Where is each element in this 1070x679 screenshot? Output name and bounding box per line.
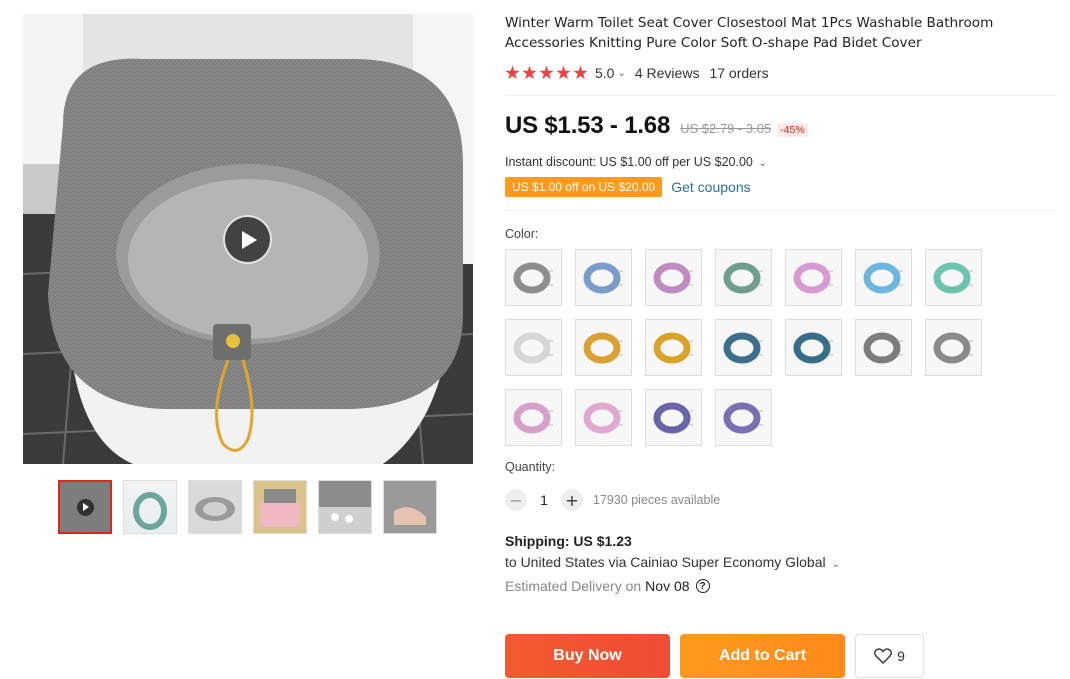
color-swatch[interactable] — [855, 249, 912, 306]
thumbnail-photo — [133, 492, 167, 530]
star-icon — [573, 65, 588, 80]
instant-discount-text: Instant discount: US $1.00 off per US $2… — [505, 155, 753, 169]
swatch-thumbnail — [513, 402, 553, 433]
thumbnail-photo — [260, 489, 300, 527]
swatch-thumbnail — [863, 332, 903, 363]
swatch-thumbnail — [653, 332, 693, 363]
color-swatch[interactable] — [715, 389, 772, 446]
rating-row: 5.0 ⌄ 4 Reviews 17 orders — [505, 63, 1057, 83]
swatch-thumbnail — [723, 262, 763, 293]
swatch-thumbnail — [583, 402, 623, 433]
swatch-thumbnail — [933, 262, 973, 293]
rating-value[interactable]: 5.0 — [595, 65, 614, 81]
price-row: US $1.53 - 1.68 US $2.79 - 3.05 -45% — [505, 112, 1057, 140]
available-stock: 17930 pieces available — [593, 493, 721, 507]
current-price: US $1.53 - 1.68 — [505, 112, 671, 139]
wishlist-count: 9 — [897, 648, 905, 664]
decrease-quantity-button[interactable]: − — [505, 489, 527, 511]
wishlist-button[interactable]: 9 — [855, 634, 924, 678]
coupon-row: US $1.00 off on US $20.00 Get coupons — [505, 177, 1057, 197]
estimated-delivery: Estimated Delivery on Nov 08 ? — [505, 578, 1057, 594]
color-swatch[interactable] — [575, 389, 632, 446]
divider — [505, 95, 1057, 96]
color-swatch-list — [505, 249, 995, 446]
color-swatch[interactable] — [925, 319, 982, 376]
color-swatch[interactable] — [645, 249, 702, 306]
thumbnail-image[interactable] — [188, 480, 242, 534]
swatch-thumbnail — [513, 262, 553, 293]
delivery-date: Nov 08 — [645, 578, 690, 594]
swatch-thumbnail — [653, 402, 693, 433]
swatch-thumbnail — [513, 332, 553, 363]
color-swatch[interactable] — [505, 319, 562, 376]
swatch-thumbnail — [723, 332, 763, 363]
heart-icon — [874, 648, 893, 664]
shipping-route[interactable]: to United States via Cainiao Super Econo… — [505, 554, 1057, 570]
shipping-route-text: to United States via Cainiao Super Econo… — [505, 554, 826, 570]
shipping-title: Shipping: US $1.23 — [505, 533, 632, 549]
thumbnail-image[interactable] — [123, 480, 177, 534]
orders-count: 17 orders — [709, 65, 769, 81]
thumbnail-photo — [394, 507, 426, 525]
discount-badge: -45% — [777, 123, 808, 137]
thumbnail-image[interactable] — [318, 480, 372, 534]
chevron-down-icon: ⌄ — [831, 559, 840, 570]
color-swatch[interactable] — [505, 249, 562, 306]
thumbnail-strip — [58, 480, 437, 534]
main-product-image[interactable] — [23, 14, 473, 464]
swatch-thumbnail — [723, 402, 763, 433]
purchase-actions: Buy Now Add to Cart 9 — [505, 634, 924, 678]
color-swatch[interactable] — [575, 249, 632, 306]
color-swatch[interactable] — [715, 319, 772, 376]
color-swatch[interactable] — [645, 389, 702, 446]
buy-now-button[interactable]: Buy Now — [505, 634, 670, 678]
quantity-value[interactable]: 1 — [527, 492, 561, 508]
increase-quantity-button[interactable]: + — [561, 489, 583, 511]
original-price: US $2.79 - 3.05 — [680, 121, 772, 136]
swatch-thumbnail — [933, 332, 973, 363]
divider — [505, 210, 1057, 211]
chevron-down-icon[interactable]: ⌄ — [617, 68, 625, 79]
video-play-button[interactable] — [223, 215, 272, 264]
color-label: Color: — [505, 227, 539, 241]
star-rating — [505, 65, 588, 81]
color-swatch[interactable] — [645, 319, 702, 376]
product-info: Winter Warm Toilet Seat Cover Closestool… — [505, 14, 1057, 594]
star-icon — [522, 65, 537, 80]
quantity-stepper: − 1 + 17930 pieces available — [505, 488, 1057, 512]
star-icon — [505, 65, 520, 80]
thumbnail-photo — [195, 497, 235, 521]
delivery-label: Estimated Delivery on — [505, 578, 642, 594]
instant-discount[interactable]: Instant discount: US $1.00 off per US $2… — [505, 155, 1057, 169]
color-swatch[interactable] — [855, 319, 912, 376]
play-icon — [77, 499, 94, 516]
color-swatch[interactable] — [785, 319, 842, 376]
color-swatch[interactable] — [575, 319, 632, 376]
quantity-label: Quantity: — [505, 460, 556, 474]
thumbnail-video[interactable] — [58, 480, 112, 534]
swatch-thumbnail — [583, 262, 623, 293]
coupon-badge: US $1.00 off on US $20.00 — [505, 177, 663, 197]
thumbnail-image[interactable] — [383, 480, 437, 534]
swatch-thumbnail — [653, 262, 693, 293]
question-circle-icon[interactable]: ? — [695, 579, 710, 593]
thumbnail-photo — [319, 481, 371, 523]
get-coupons-link[interactable]: Get coupons — [671, 179, 750, 195]
thumbnail-image[interactable] — [253, 480, 307, 534]
color-swatch[interactable] — [785, 249, 842, 306]
play-icon — [242, 230, 257, 249]
color-swatch[interactable] — [505, 389, 562, 446]
swatch-thumbnail — [583, 332, 623, 363]
reviews-link[interactable]: 4 Reviews — [635, 65, 700, 81]
add-to-cart-button[interactable]: Add to Cart — [680, 634, 845, 678]
color-swatch[interactable] — [925, 249, 982, 306]
star-icon — [556, 65, 571, 80]
product-title: Winter Warm Toilet Seat Cover Closestool… — [505, 15, 994, 51]
swatch-thumbnail — [863, 262, 903, 293]
star-icon — [539, 65, 554, 80]
chevron-down-icon: ⌄ — [758, 158, 767, 169]
swatch-thumbnail — [793, 332, 833, 363]
swatch-thumbnail — [793, 262, 833, 293]
color-swatch[interactable] — [715, 249, 772, 306]
